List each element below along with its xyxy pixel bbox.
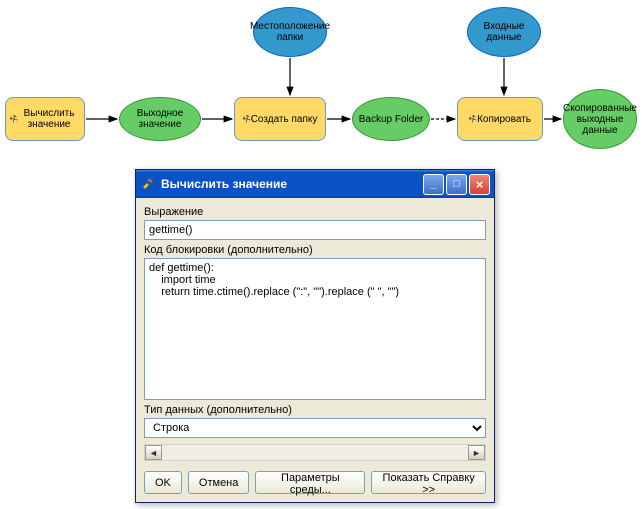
node-label: Создать папку [251,114,318,125]
node-copied-output[interactable]: Скопированные выходные данные [563,89,637,149]
button-bar: OK Отмена Параметры среды... Показать Сп… [136,465,494,502]
expression-input[interactable] [144,220,486,240]
node-label: Копировать [477,114,531,125]
node-output-value[interactable]: Выходное значение [119,97,201,141]
hammer-icon [140,176,156,192]
node-label: Входные данные [472,21,536,43]
calculate-value-dialog: Вычислить значение _ □ × Выражение Код б… [135,169,495,503]
dialog-body: Выражение Код блокировки (дополнительно)… [136,198,494,465]
titlebar[interactable]: Вычислить значение _ □ × [136,170,494,198]
node-calculate-value[interactable]: ⚒Вычислить значение [5,97,85,141]
node-create-folder[interactable]: ⚒Создать папку [234,97,326,141]
node-backup-folder[interactable]: Backup Folder [352,97,430,141]
close-button[interactable]: × [469,174,490,195]
horizontal-scrollbar[interactable]: ◄ ► [144,444,486,461]
dialog-title: Вычислить значение [161,177,287,191]
scroll-right-button[interactable]: ► [468,445,485,460]
node-label: Backup Folder [359,114,423,125]
code-block-label: Код блокировки (дополнительно) [144,244,486,256]
node-label: Вычислить значение [18,108,80,130]
workflow-diagram: Местоположение папки Входные данные ⚒Выч… [0,0,642,180]
node-label: Выходное значение [124,108,196,130]
show-help-button[interactable]: Показать Справку >> [371,471,486,494]
ok-button[interactable]: OK [144,471,182,494]
cancel-button[interactable]: Отмена [188,471,249,494]
minimize-button[interactable]: _ [423,174,444,195]
environments-button[interactable]: Параметры среды... [255,471,365,494]
data-type-label: Тип данных (дополнительно) [144,404,486,416]
scrollbar-track[interactable] [162,445,468,460]
code-block-textarea[interactable]: def gettime(): import time return time.c… [144,258,486,400]
node-label: Скопированные выходные данные [563,103,637,136]
node-folder-location[interactable]: Местоположение папки [253,7,327,57]
maximize-button[interactable]: □ [446,174,467,195]
node-input-data[interactable]: Входные данные [467,7,541,57]
data-type-select[interactable]: Строка [144,418,486,438]
scroll-left-button[interactable]: ◄ [145,445,162,460]
node-copy[interactable]: ⚒Копировать [457,97,543,141]
expression-label: Выражение [144,206,486,218]
node-label: Местоположение папки [250,21,330,43]
